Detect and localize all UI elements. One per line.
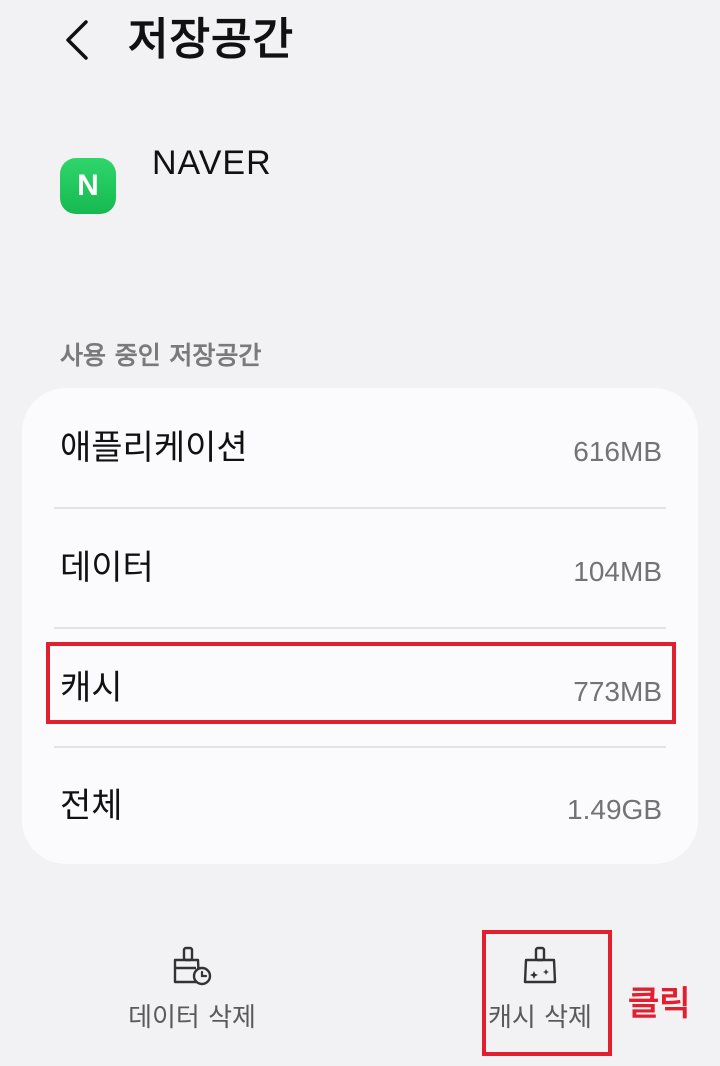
storage-row-label: 데이터 xyxy=(60,548,154,588)
storage-row-value: 616MB xyxy=(573,436,662,467)
chevron-left-icon xyxy=(66,20,88,60)
storage-row-data: 데이터 104MB xyxy=(54,508,666,626)
app-icon-letter: N xyxy=(77,169,99,202)
storage-row-value: 1.49GB xyxy=(567,794,662,825)
click-annotation: 클릭 xyxy=(628,984,691,1024)
app-name: NAVER xyxy=(152,144,272,182)
naver-app-icon: N xyxy=(60,158,116,214)
clear-cache-highlight xyxy=(482,930,612,1056)
storage-row-total: 전체 1.49GB xyxy=(54,746,666,864)
storage-row-value: 104MB xyxy=(573,556,662,587)
clear-data-label: 데이터 삭제 xyxy=(128,1003,256,1033)
back-button[interactable] xyxy=(56,16,96,64)
storage-row-app: 애플리케이션 616MB xyxy=(54,388,666,506)
section-label: 사용 중인 저장공간 xyxy=(60,341,262,370)
storage-row-label: 전체 xyxy=(60,786,123,826)
page-title: 저장공간 xyxy=(128,14,294,65)
cache-row-highlight xyxy=(46,642,676,724)
storage-card: 애플리케이션 616MB 데이터 104MB 캐시 773MB 전체 1.49G… xyxy=(22,388,698,864)
storage-row-label: 애플리케이션 xyxy=(60,428,248,468)
app-info: N NAVER xyxy=(60,140,660,220)
broom-data-icon xyxy=(173,946,212,986)
top-bar: 저장공간 xyxy=(0,0,720,80)
clear-data-button[interactable]: 데이터 삭제 xyxy=(108,940,276,1050)
